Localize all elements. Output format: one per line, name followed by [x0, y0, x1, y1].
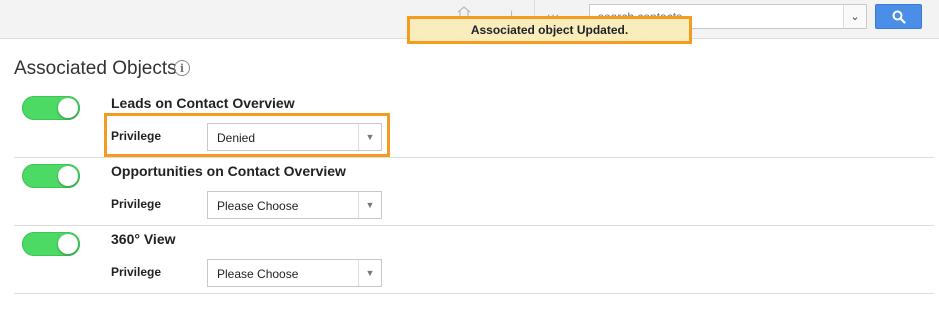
- chevron-down-icon: ▼: [358, 124, 381, 150]
- toggle-knob: [58, 234, 78, 254]
- toggle-knob: [58, 98, 78, 118]
- associated-object-row: Leads on Contact Overview Privilege Deni…: [14, 89, 934, 158]
- privilege-label: Privilege: [111, 197, 162, 211]
- privilege-select-value: Denied: [217, 131, 256, 145]
- page-title: Associated Objects: [14, 58, 177, 79]
- toggle-switch[interactable]: [22, 164, 80, 188]
- search-button[interactable]: [875, 4, 922, 29]
- search-scope-dropdown[interactable]: ⌄: [843, 5, 866, 28]
- privilege-label: Privilege: [111, 265, 162, 279]
- chevron-down-icon: ▼: [358, 260, 381, 286]
- associated-object-row: Opportunities on Contact Overview Privil…: [14, 157, 934, 226]
- row-title: 360° View: [111, 231, 176, 247]
- privilege-select-value: Please Choose: [217, 199, 299, 213]
- privilege-select-value: Please Choose: [217, 267, 299, 281]
- row-title: Leads on Contact Overview: [111, 95, 295, 111]
- notification-toast: Associated object Updated.: [407, 16, 692, 44]
- privilege-select[interactable]: Please Choose ▼: [207, 191, 382, 219]
- toggle-knob: [58, 166, 78, 186]
- privilege-select[interactable]: Please Choose ▼: [207, 259, 382, 287]
- info-icon[interactable]: i: [174, 60, 190, 76]
- search-icon: [892, 10, 906, 24]
- associated-object-row: 360° View Privilege Please Choose ▼: [14, 225, 934, 294]
- privilege-label: Privilege: [111, 129, 162, 143]
- toggle-switch[interactable]: [22, 232, 80, 256]
- row-title: Opportunities on Contact Overview: [111, 163, 346, 179]
- toggle-switch[interactable]: [22, 96, 80, 120]
- chevron-down-icon: ▼: [358, 192, 381, 218]
- privilege-select[interactable]: Denied ▼: [207, 123, 382, 151]
